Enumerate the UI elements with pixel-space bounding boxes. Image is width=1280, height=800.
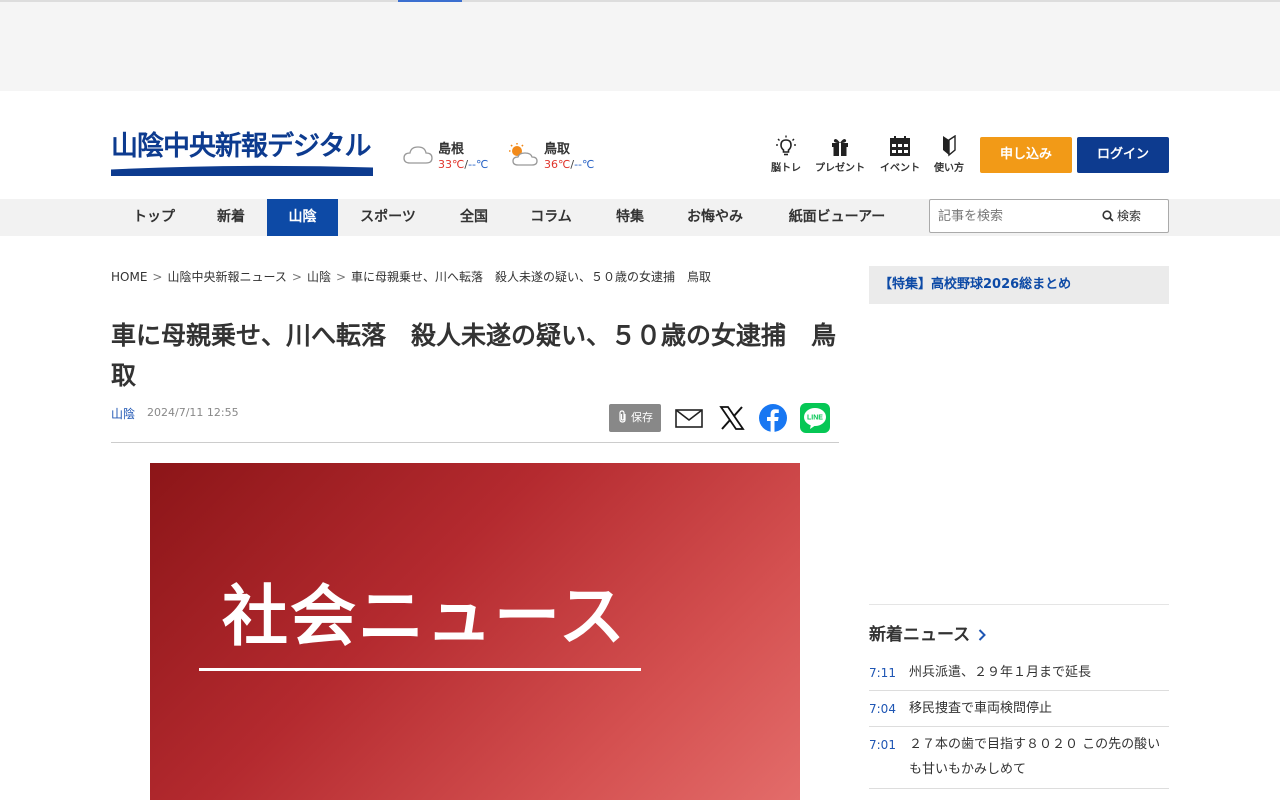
- chevron-right-icon: [978, 629, 987, 641]
- hero-underline: [199, 668, 641, 671]
- sun-cloud-icon: [509, 143, 538, 166]
- weather-city: 島根: [438, 142, 465, 157]
- nav-item-sanin[interactable]: 山陰: [267, 199, 338, 236]
- ad-banner-area: [0, 2, 1280, 91]
- line-icon[interactable]: LINE: [800, 403, 830, 433]
- breadcrumb-separator: >: [335, 270, 347, 284]
- x-icon[interactable]: [717, 403, 747, 433]
- tool-label: プレゼント: [815, 163, 865, 174]
- svg-text:LINE: LINE: [807, 415, 823, 422]
- latest-news-heading[interactable]: 新着ニュース: [869, 620, 987, 645]
- news-time: 7:11: [869, 666, 896, 680]
- nav-item-sports[interactable]: スポーツ: [346, 199, 430, 236]
- news-headline: 移民捜査で車両検問停止: [909, 701, 1053, 716]
- nav-item-obituary[interactable]: お悔やみ: [672, 199, 758, 236]
- save-label: 保存: [631, 411, 653, 424]
- mail-icon[interactable]: [674, 403, 704, 433]
- nav-item-feature[interactable]: 特集: [598, 199, 662, 236]
- site-logo[interactable]: 山陰中央新報デジタル: [111, 130, 373, 176]
- breadcrumb-news[interactable]: 山陰中央新報ニュース: [167, 268, 286, 285]
- cloud-icon: [403, 146, 433, 164]
- article-hero-image: 社会ニュース: [150, 463, 800, 800]
- tool-label: 使い方: [934, 163, 964, 174]
- present-link[interactable]: プレゼント: [810, 135, 870, 177]
- search-input[interactable]: [938, 206, 1098, 226]
- breadcrumb-home[interactable]: HOME: [111, 270, 147, 284]
- brain-training-link[interactable]: 脳トレ: [756, 135, 816, 177]
- nav-item-column[interactable]: コラム: [513, 199, 589, 236]
- news-headline: ２７本の歯で目指す８０２０ この先の酸いも甘いもかみしめて: [909, 737, 1161, 777]
- login-button[interactable]: ログイン: [1077, 137, 1169, 173]
- news-list-item[interactable]: 7:11 州兵派遣、２９年１月まで延長: [869, 656, 1169, 691]
- calendar-icon: [890, 136, 910, 156]
- gift-icon: [832, 139, 848, 156]
- nav-item-top[interactable]: トップ: [118, 199, 190, 236]
- search-box: 検索: [929, 199, 1169, 233]
- breadcrumb-separator: >: [291, 270, 302, 284]
- subscribe-button[interactable]: 申し込み: [980, 137, 1072, 173]
- news-time: 7:01: [869, 738, 896, 752]
- logo-wave: [111, 162, 373, 176]
- nav-item-paper-viewer[interactable]: 紙面ビューアー: [770, 199, 904, 236]
- news-list-item[interactable]: 7:04 移民捜査で車両検問停止: [869, 691, 1169, 727]
- article-category[interactable]: 山陰: [111, 405, 135, 422]
- facebook-icon[interactable]: [758, 403, 788, 433]
- breadcrumb: HOME > 山陰中央新報ニュース > 山陰 > 車に母親乗せ、川へ転落 殺人未遂の疑い、５…: [111, 268, 711, 285]
- sidebar-divider: [869, 604, 1169, 605]
- hero-text: 社会ニュース: [222, 578, 627, 655]
- how-to-use-link[interactable]: 使い方: [919, 135, 979, 177]
- breadcrumb-current: 車に母親乗せ、川へ転落 殺人未遂の疑い、５０歳の女逮捕 鳥取: [351, 270, 712, 284]
- article-divider: [111, 442, 839, 443]
- news-time: 7:04: [869, 702, 896, 716]
- search-icon: [1102, 210, 1114, 222]
- feature-banner[interactable]: 【特集】高校野球2026総まとめ: [869, 266, 1169, 304]
- weather-temp: 36℃/--℃: [544, 158, 595, 171]
- breadcrumb-separator: >: [152, 270, 163, 284]
- nav-item-new[interactable]: 新着: [200, 199, 262, 236]
- nav-item-national[interactable]: 全国: [442, 199, 506, 236]
- breadcrumb-sanin[interactable]: 山陰: [307, 268, 331, 285]
- weather-city: 鳥取: [544, 142, 571, 157]
- paperclip-icon: [619, 410, 626, 423]
- tool-label: 脳トレ: [771, 163, 801, 174]
- search-button-label: 検索: [1117, 209, 1142, 223]
- news-list-item[interactable]: 7:01 ２７本の歯で目指す８０２０ この先の酸いも甘いもかみしめて: [869, 727, 1169, 789]
- news-headline: 州兵派遣、２９年１月まで延長: [909, 665, 1092, 680]
- article-title: 車に母親乗せ、川へ転落 殺人未遂の疑い、５０歳の女逮捕 鳥取: [111, 321, 837, 390]
- lightbulb-icon: [776, 135, 796, 156]
- beginner-mark-icon: [943, 135, 956, 157]
- search-button[interactable]: 検索: [1102, 206, 1141, 226]
- save-button[interactable]: 保存: [609, 404, 661, 432]
- article-date: 2024/7/11 12:55: [147, 406, 239, 419]
- latest-news-label: 新着ニュース: [869, 625, 971, 645]
- logo-text: 山陰中央新報デジタル: [111, 131, 371, 162]
- weather-temp: 33℃/--℃: [438, 158, 489, 171]
